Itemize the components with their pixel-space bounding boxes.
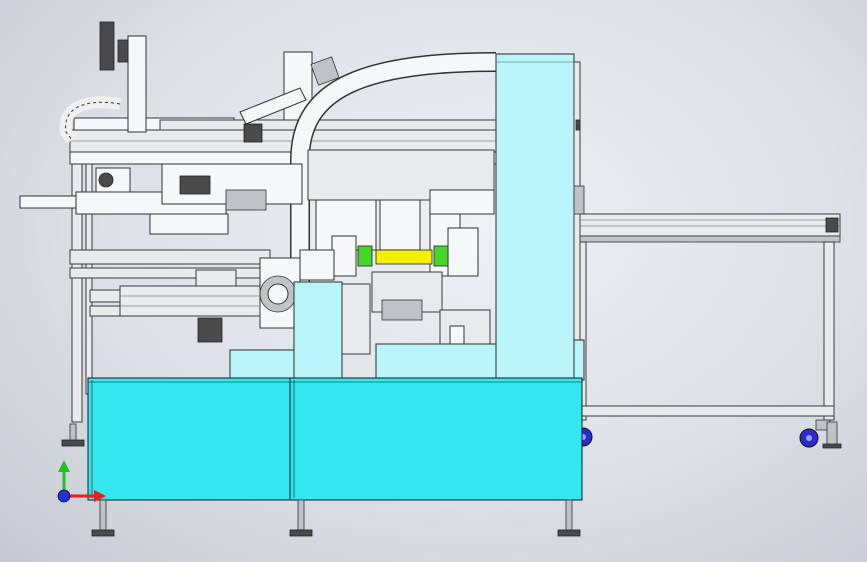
caster-right [799, 419, 842, 449]
cabinet-left [87, 377, 291, 501]
cabinet-right [289, 377, 583, 501]
machine-drawing [19, 21, 842, 537]
cad-viewport[interactable] [0, 0, 867, 562]
guard-panel [495, 53, 585, 381]
base-cabinets [87, 377, 583, 501]
outfeed-conveyor [571, 213, 842, 449]
